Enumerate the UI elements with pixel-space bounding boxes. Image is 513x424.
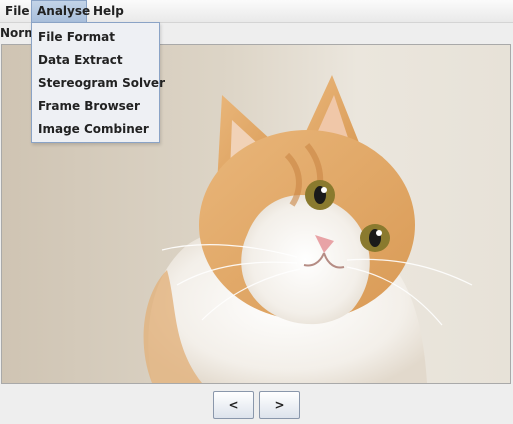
menu-file[interactable]: File bbox=[0, 0, 31, 22]
menu-analyse[interactable]: Analyse bbox=[31, 0, 90, 22]
menu-bar: File Analyse Help bbox=[0, 0, 513, 23]
menu-help[interactable]: Help bbox=[88, 0, 128, 22]
menu-item-frame-browser[interactable]: Frame Browser bbox=[32, 95, 159, 118]
menu-item-stereogram-solver[interactable]: Stereogram Solver bbox=[32, 72, 165, 95]
menu-item-file-format[interactable]: File Format bbox=[32, 26, 159, 49]
next-button[interactable]: > bbox=[259, 391, 300, 419]
previous-button[interactable]: < bbox=[213, 391, 254, 419]
menu-item-image-combiner[interactable]: Image Combiner bbox=[32, 118, 159, 141]
menu-item-data-extract[interactable]: Data Extract bbox=[32, 49, 159, 72]
analyse-dropdown: File Format Data Extract Stereogram Solv… bbox=[31, 22, 165, 143]
